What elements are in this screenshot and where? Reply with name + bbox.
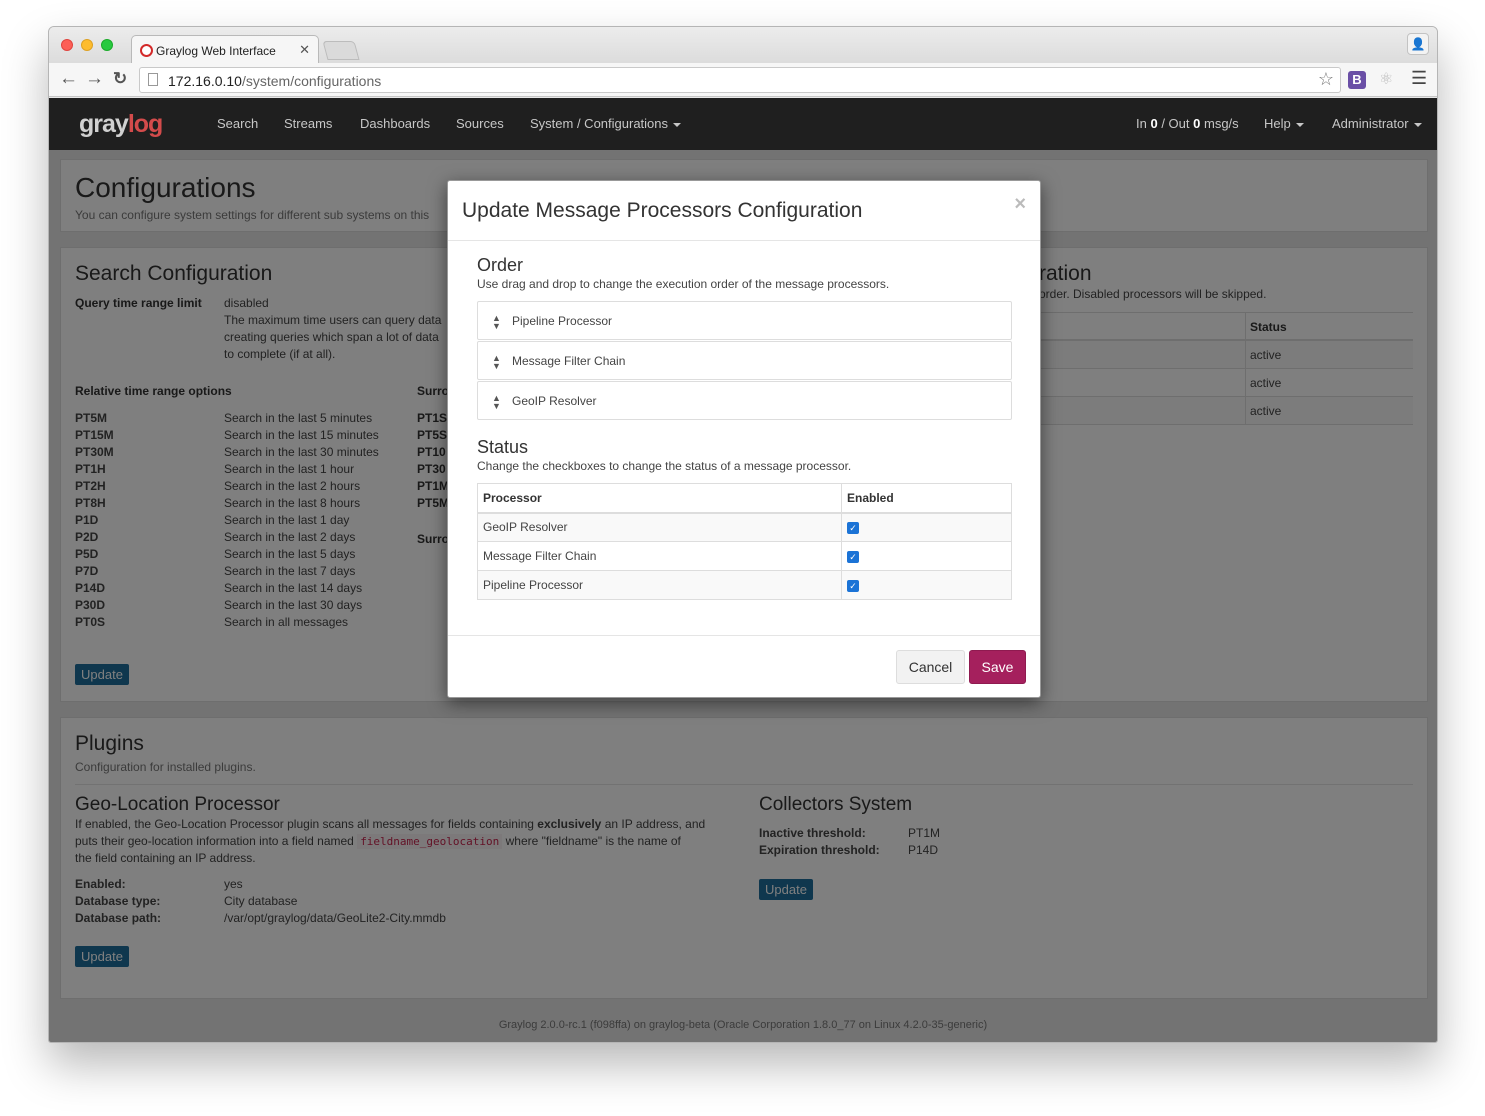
throughput-indicator: In 0 / Out 0 msg/s — [1136, 116, 1239, 131]
table-row: Pipeline Processor ✓ — [477, 570, 1012, 600]
divider — [448, 635, 1040, 636]
nav-streams[interactable]: Streams — [284, 116, 332, 131]
graylog-favicon-icon — [140, 44, 153, 57]
enabled-column-header: Enabled — [841, 483, 1012, 514]
browser-menu-icon[interactable]: ☰ — [1411, 68, 1427, 89]
order-item-pipeline-processor[interactable]: ▲ ▼ Pipeline Processor — [477, 301, 1012, 340]
sort-handle-icon[interactable]: ▲ ▼ — [492, 394, 502, 411]
processor-name: Pipeline Processor — [477, 570, 842, 600]
modal-title: Update Message Processors Configuration — [462, 199, 863, 222]
chevron-down-icon — [1295, 122, 1304, 127]
browser-toolbar: ← → ↻ 172.16.0.10/system/configurations … — [49, 63, 1437, 97]
react-extension-icon[interactable]: ⚛ — [1379, 69, 1393, 89]
status-table: Processor Enabled GeoIP Resolver ✓ Messa… — [477, 483, 1012, 600]
page-icon — [148, 73, 158, 86]
chevron-down-icon — [1413, 122, 1422, 127]
nav-dashboards[interactable]: Dashboards — [360, 116, 430, 131]
nav-system-configurations[interactable]: System / Configurations — [530, 116, 682, 131]
browser-tab[interactable]: Graylog Web Interface ✕ — [131, 35, 319, 64]
window-maximize-button[interactable] — [101, 39, 113, 51]
title-bar: Graylog Web Interface ✕ 👤 — [49, 27, 1437, 64]
browser-window: Graylog Web Interface ✕ 👤 ← → ↻ 172.16.0… — [48, 26, 1438, 1043]
url-text: 172.16.0.10/system/configurations — [168, 73, 382, 89]
top-navbar: graylog Search Streams Dashboards Source… — [49, 98, 1437, 150]
order-item-message-filter-chain[interactable]: ▲ ▼ Message Filter Chain — [477, 341, 1012, 380]
page-content: graylog Search Streams Dashboards Source… — [49, 98, 1437, 1042]
enabled-checkbox[interactable]: ✓ — [847, 522, 859, 535]
table-row: GeoIP Resolver ✓ — [477, 512, 1012, 542]
status-title: Status — [477, 437, 529, 457]
processors-config-modal: Update Message Processors Configuration … — [447, 180, 1041, 698]
forward-arrow-icon[interactable]: → — [85, 68, 104, 90]
window-close-button[interactable] — [61, 39, 73, 51]
reload-icon[interactable]: ↻ — [113, 69, 127, 89]
profile-icon[interactable]: 👤 — [1407, 33, 1429, 55]
save-button[interactable]: Save — [969, 650, 1026, 684]
address-bar[interactable]: 172.16.0.10/system/configurations ☆ — [139, 67, 1341, 93]
tab-title: Graylog Web Interface — [156, 44, 276, 58]
enabled-checkbox[interactable]: ✓ — [847, 550, 859, 563]
back-arrow-icon[interactable]: ← — [59, 68, 78, 90]
order-help: Use drag and drop to change the executio… — [477, 277, 890, 291]
processor-name: GeoIP Resolver — [477, 512, 842, 542]
nav-user-menu[interactable]: Administrator — [1332, 116, 1422, 131]
chevron-down-icon — [673, 122, 682, 127]
window-minimize-button[interactable] — [81, 39, 93, 51]
order-list: ▲ ▼ Pipeline Processor ▲ ▼ Message Filter Ch… — [477, 301, 1012, 420]
cancel-button[interactable]: Cancel — [896, 650, 965, 684]
order-title: Order — [477, 255, 524, 275]
close-icon[interactable]: × — [1014, 193, 1026, 216]
nav-sources[interactable]: Sources — [456, 116, 504, 131]
status-help: Change the checkboxes to change the stat… — [477, 459, 852, 473]
nav-help[interactable]: Help — [1264, 116, 1304, 131]
graylog-logo[interactable]: graylog — [79, 110, 163, 139]
enabled-checkbox[interactable]: ✓ — [847, 579, 859, 592]
processor-column-header: Processor — [477, 483, 842, 514]
nav-search[interactable]: Search — [217, 116, 258, 131]
sort-handle-icon[interactable]: ▲ ▼ — [492, 354, 502, 371]
new-tab-button[interactable] — [322, 41, 360, 60]
bookmark-star-icon[interactable]: ☆ — [1318, 69, 1334, 90]
order-item-geoip-resolver[interactable]: ▲ ▼ GeoIP Resolver — [477, 381, 1012, 420]
bootstrap-extension-icon[interactable]: B — [1348, 71, 1366, 89]
table-row: Message Filter Chain ✓ — [477, 541, 1012, 571]
processor-name: Message Filter Chain — [477, 541, 842, 571]
divider — [448, 240, 1040, 241]
sort-handle-icon[interactable]: ▲ ▼ — [492, 314, 502, 331]
tab-close-icon[interactable]: ✕ — [299, 42, 310, 58]
table-header: Processor Enabled — [477, 483, 1012, 514]
